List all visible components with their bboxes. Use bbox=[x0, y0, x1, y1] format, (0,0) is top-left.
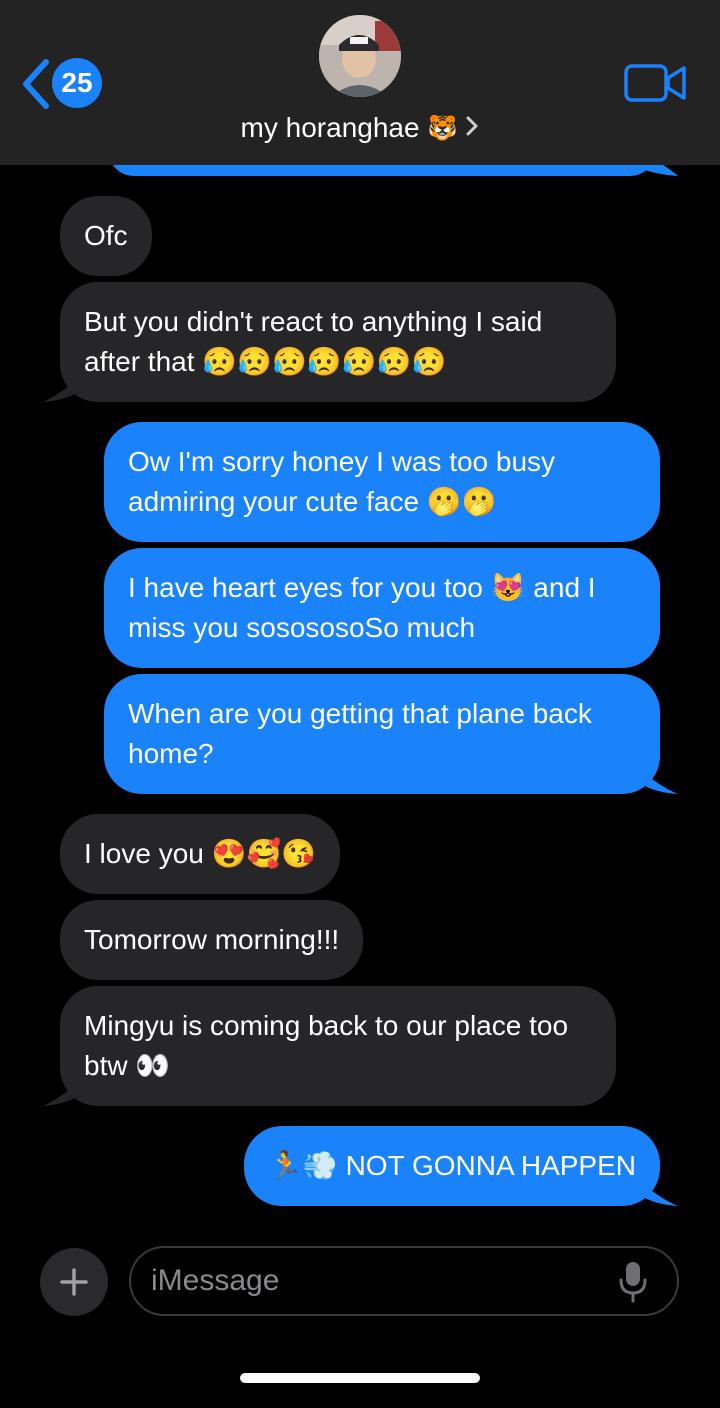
home-indicator bbox=[240, 1373, 480, 1383]
message-bubble-outgoing[interactable]: When are you getting that plane back hom… bbox=[104, 674, 660, 794]
message-bubble-outgoing[interactable]: Ow I'm sorry honey I was too busy admiri… bbox=[104, 422, 660, 542]
message-bubble-incoming[interactable]: But you didn't react to anything I said … bbox=[60, 282, 616, 402]
bubble-tail bbox=[42, 372, 86, 402]
message-bubble-outgoing[interactable]: I have heart eyes for you too 😻 and I mi… bbox=[104, 548, 660, 668]
message-bubble-outgoing[interactable]: 🏃💨 NOT GONNA HAPPEN bbox=[244, 1126, 660, 1206]
message-text: Tomorrow morning!!! bbox=[84, 924, 340, 955]
message-bubble-incoming[interactable]: Mingyu is coming back to our place too b… bbox=[60, 986, 616, 1106]
conversation-header: 25 my horanghae 🐯 bbox=[0, 0, 720, 165]
message-text: Mingyu is coming back to our place too b… bbox=[84, 1010, 569, 1081]
microphone-icon[interactable] bbox=[618, 1260, 648, 1304]
contact-emoji: 🐯 bbox=[427, 114, 458, 142]
message-text: I love you 😍🥰😘 bbox=[84, 838, 317, 869]
chevron-right-icon bbox=[465, 112, 479, 144]
message-bubble-incoming[interactable]: Tomorrow morning!!! bbox=[60, 900, 364, 980]
contact-name-button[interactable]: my horanghae 🐯 bbox=[0, 108, 720, 148]
apps-plus-button[interactable] bbox=[40, 1248, 108, 1316]
message-composer bbox=[0, 1240, 720, 1326]
message-bubble-incoming[interactable]: I love you 😍🥰😘 bbox=[60, 814, 341, 894]
chevron-left-icon bbox=[23, 59, 49, 109]
imessage-input[interactable] bbox=[129, 1246, 679, 1316]
message-text: I have heart eyes for you too 😻 and I mi… bbox=[128, 572, 596, 643]
message-text: Ofc bbox=[84, 220, 128, 251]
contact-avatar[interactable] bbox=[319, 15, 401, 97]
unread-count-badge: 25 bbox=[52, 58, 102, 108]
video-call-button[interactable] bbox=[624, 62, 688, 104]
bubble-tail bbox=[634, 764, 678, 794]
message-text: 🏃💨 NOT GONNA HAPPEN bbox=[268, 1150, 636, 1181]
message-text: When are you getting that plane back hom… bbox=[128, 698, 592, 769]
contact-name: my horanghae bbox=[240, 112, 420, 143]
video-camera-icon bbox=[624, 64, 686, 102]
bubble-tail bbox=[42, 1076, 86, 1106]
message-text: But you didn't react to anything I said … bbox=[84, 306, 543, 377]
back-button[interactable]: 25 bbox=[18, 56, 118, 112]
message-bubble-incoming[interactable]: Ofc bbox=[60, 196, 152, 276]
plus-icon bbox=[60, 1268, 88, 1296]
message-text: Ow I'm sorry honey I was too busy admiri… bbox=[128, 446, 556, 517]
bubble-tail bbox=[634, 1176, 678, 1206]
